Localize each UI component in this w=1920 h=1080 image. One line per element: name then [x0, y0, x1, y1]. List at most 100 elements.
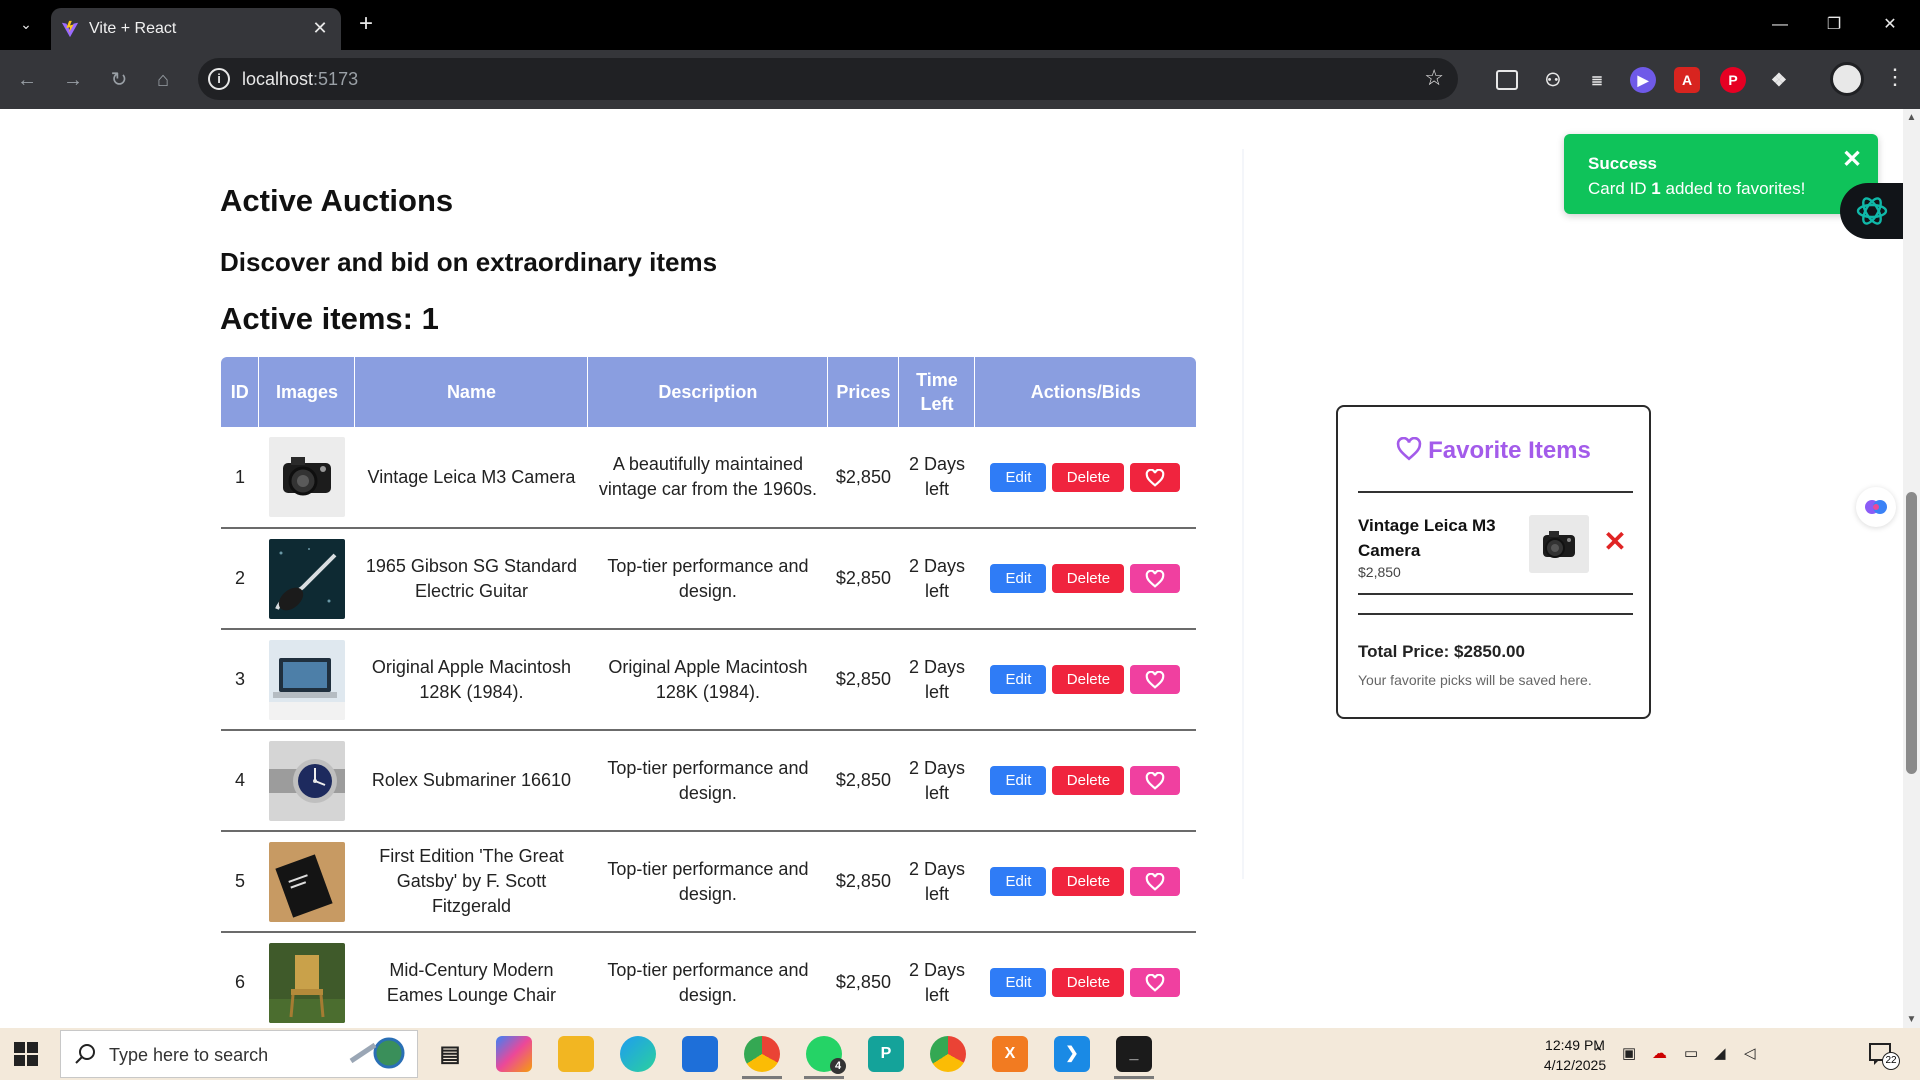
cell-name: Vintage Leica M3 Camera: [354, 427, 588, 529]
microsoft-store-icon[interactable]: [682, 1036, 718, 1072]
volume-muted-icon[interactable]: ◁: [1744, 1044, 1756, 1062]
ai-assistant-icon[interactable]: [1840, 183, 1904, 239]
bookmark-star-icon[interactable]: ☆: [1424, 65, 1444, 91]
cell-time-left: 2 Days left: [898, 629, 975, 731]
scrollbar-thumb[interactable]: [1906, 492, 1917, 774]
whatsapp-icon[interactable]: 4: [806, 1036, 846, 1074]
edge-icon[interactable]: [620, 1036, 656, 1072]
delete-button[interactable]: Delete: [1052, 665, 1125, 694]
edit-button[interactable]: Edit: [990, 766, 1047, 795]
delete-button[interactable]: Delete: [1052, 462, 1125, 492]
new-tab-button[interactable]: +: [352, 11, 380, 39]
browser-tab[interactable]: Vite + React ✕: [51, 8, 341, 50]
url-text[interactable]: localhost:5173: [242, 69, 358, 90]
header-id: ID: [221, 357, 259, 427]
scroll-up-arrow-icon[interactable]: ▲: [1903, 109, 1920, 126]
cell-description: Top-tier performance and design.: [587, 528, 828, 630]
cell-price: $2,850: [827, 932, 899, 1028]
heart-icon: [1145, 569, 1165, 588]
edit-button[interactable]: Edit: [990, 665, 1047, 694]
battery-icon[interactable]: ▭: [1684, 1044, 1698, 1062]
cell-name: 1965 Gibson SG Standard Electric Guitar: [354, 528, 588, 630]
cell-time-left: 2 Days left: [898, 730, 975, 832]
chrome-profile-icon[interactable]: [930, 1036, 966, 1072]
browser-toolbar: ← → ↻ ⌂ i localhost:5173 ☆ ⚇ ≣ ▶ A P ❖ ⋮: [0, 50, 1920, 109]
tab-title: Vite + React: [89, 20, 177, 37]
delete-button[interactable]: Delete: [1052, 766, 1125, 795]
taskbar-clock[interactable]: 12:49 PM 4/12/2025: [1530, 1035, 1620, 1075]
page-title: Active Auctions: [220, 183, 454, 218]
restore-button[interactable]: ❐: [1816, 12, 1852, 38]
favorites-panel: Favorite Items Vintage Leica M3 Camera $…: [1336, 405, 1651, 719]
chrome-active-indicator: [742, 1076, 782, 1079]
copilot-icon[interactable]: [496, 1036, 532, 1072]
address-bar[interactable]: i localhost:5173 ☆: [198, 58, 1458, 100]
delete-button[interactable]: Delete: [1052, 968, 1125, 997]
cell-id: 2: [221, 528, 259, 630]
browser-menu-icon[interactable]: ⋮: [1880, 64, 1910, 90]
toast-close-icon[interactable]: ✕: [1840, 148, 1864, 172]
edit-button[interactable]: Edit: [990, 867, 1047, 896]
file-explorer-icon[interactable]: [558, 1036, 594, 1072]
extension-play-icon[interactable]: ▶: [1630, 67, 1656, 93]
reading-list-icon[interactable]: [1496, 70, 1518, 90]
favorite-heart-button[interactable]: [1130, 867, 1181, 896]
cell-id: 6: [221, 932, 259, 1028]
edit-button[interactable]: Edit: [990, 968, 1047, 997]
terminal-icon[interactable]: _: [1116, 1036, 1152, 1072]
profile-avatar[interactable]: [1830, 62, 1864, 96]
edit-button[interactable]: Edit: [990, 462, 1047, 492]
scroll-down-arrow-icon[interactable]: ▼: [1903, 1011, 1920, 1028]
header-description: Description: [587, 357, 828, 427]
tab-close-icon[interactable]: ✕: [309, 17, 331, 39]
notification-center-icon[interactable]: 22: [1868, 1040, 1900, 1070]
taskbar-search-box[interactable]: Type here to search: [60, 1030, 418, 1078]
windows-start-icon[interactable]: [14, 1042, 38, 1066]
adobe-pdf-icon[interactable]: A: [1674, 67, 1700, 93]
brain-extension-icon[interactable]: [1856, 487, 1896, 527]
back-arrow-icon[interactable]: ←: [12, 65, 42, 95]
delete-button[interactable]: Delete: [1052, 564, 1125, 593]
vscode-icon[interactable]: ❯: [1054, 1036, 1090, 1072]
task-view-icon[interactable]: ▤: [432, 1036, 468, 1072]
page-scrollbar[interactable]: ▲ ▼: [1903, 109, 1920, 1028]
heart-icon: [1145, 872, 1165, 891]
favorite-heart-button[interactable]: [1130, 462, 1181, 492]
forward-arrow-icon[interactable]: →: [58, 65, 88, 95]
delete-button[interactable]: Delete: [1052, 867, 1125, 896]
chrome-icon[interactable]: [744, 1036, 780, 1072]
favorite-heart-button[interactable]: [1130, 766, 1181, 795]
remove-favorite-icon[interactable]: ✕: [1602, 527, 1628, 557]
site-info-icon[interactable]: i: [208, 68, 230, 90]
favorites-divider: [1358, 491, 1633, 493]
extension-translate-icon[interactable]: ≣: [1584, 67, 1610, 93]
wifi-icon[interactable]: ◢: [1714, 1044, 1726, 1062]
onedrive-error-icon[interactable]: ☁: [1652, 1044, 1667, 1062]
extension-person-icon[interactable]: ⚇: [1540, 67, 1566, 93]
reload-icon[interactable]: ↻: [104, 65, 134, 95]
item-image: [268, 538, 345, 619]
vite-logo-icon: [61, 20, 79, 38]
favorite-heart-button[interactable]: [1130, 665, 1181, 694]
edit-button[interactable]: Edit: [990, 564, 1047, 593]
heart-outline-icon: [1396, 436, 1422, 461]
pycharm-icon[interactable]: P: [868, 1036, 904, 1072]
window-close-button[interactable]: ✕: [1872, 12, 1908, 38]
header-prices: Prices: [827, 357, 899, 427]
xampp-icon[interactable]: X: [992, 1036, 1028, 1072]
cell-actions: Edit Delete: [974, 629, 1196, 731]
favorite-heart-button[interactable]: [1130, 968, 1181, 997]
cell-actions: Edit Delete: [974, 528, 1196, 630]
pinterest-icon[interactable]: P: [1720, 67, 1746, 93]
table-row: 3 Original Apple Macintosh 128K (1984). Or…: [221, 629, 1196, 731]
favorite-heart-button[interactable]: [1130, 564, 1181, 593]
meet-now-icon[interactable]: ▣: [1622, 1044, 1636, 1062]
home-icon[interactable]: ⌂: [148, 65, 178, 95]
extensions-puzzle-icon[interactable]: ❖: [1766, 67, 1792, 93]
section-divider: [1242, 149, 1244, 879]
favorites-title: Favorite Items: [1428, 437, 1591, 464]
cell-actions: Edit Delete: [974, 932, 1196, 1028]
favorites-heading: Favorite Items: [1338, 436, 1649, 465]
minimize-button[interactable]: —: [1762, 12, 1798, 38]
tab-search-chevron-icon[interactable]: ⌄: [12, 10, 40, 38]
